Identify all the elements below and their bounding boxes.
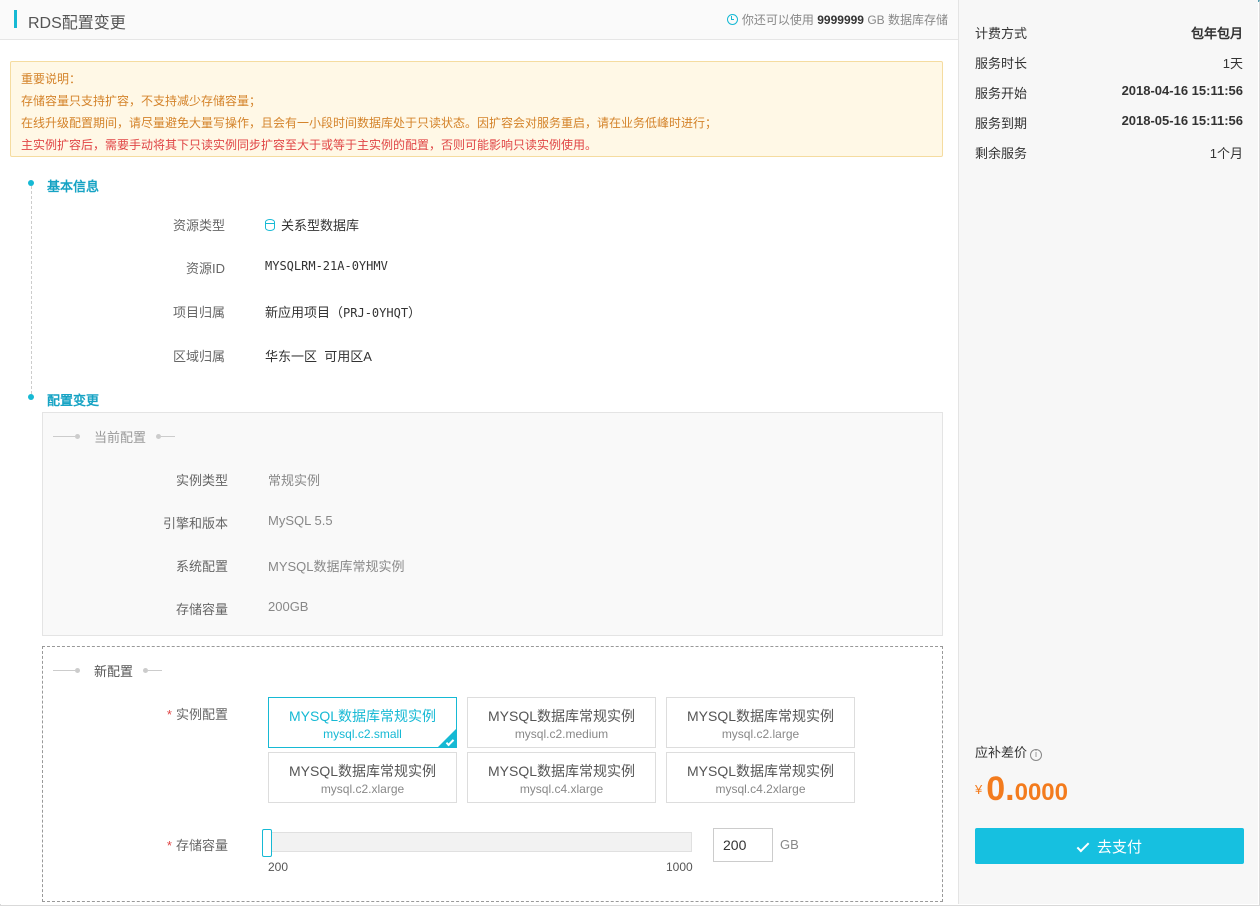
pay-button[interactable]: 去支付 (975, 828, 1244, 864)
page-header: RDS配置变更 你还可以使用 9999999 GB 数据库存储 (0, 0, 958, 40)
summary-value: 2018-05-16 15:11:56 (1121, 113, 1243, 128)
option-name: MYSQL数据库常规实例 (686, 763, 834, 779)
option-name: MYSQL数据库常规实例 (487, 763, 635, 779)
option-name: MYSQL数据库常规实例 (288, 708, 436, 724)
new-config-legend: 新配置 (53, 661, 163, 680)
title-accent-bar (14, 10, 17, 28)
region-value: 华东一区 可用区A (265, 349, 372, 364)
order-summary-panel: 计费方式 包年包月 服务时长 1天 服务开始 2018-04-16 15:11:… (958, 0, 1258, 904)
price-diff-amount: ¥0.0000 (975, 770, 1068, 809)
quota-value: 9999999 (817, 13, 864, 27)
required-mark: * (166, 707, 172, 722)
info-icon[interactable]: i (1030, 749, 1043, 761)
summary-value: 1天 (1222, 56, 1243, 71)
notice-heading: 重要说明： (21, 72, 82, 86)
summary-value: 2018-04-16 15:11:56 (1121, 83, 1243, 98)
region-label: 区域归属 (172, 349, 225, 364)
project-name: 新应用项目（ (265, 305, 344, 320)
instance-option-c2-xlarge[interactable]: MYSQL数据库常规实例 mysql.c2.xlarge (268, 752, 457, 803)
option-spec: mysql.c4.2xlarge (715, 782, 806, 796)
project-code: PRJ-0YHQT (343, 306, 409, 320)
slider-min-label: 200 (268, 860, 289, 874)
option-spec: mysql.c2.small (323, 727, 402, 741)
instance-type-value: 常规实例 (268, 473, 321, 488)
currency-symbol: ¥ (975, 782, 983, 797)
instance-option-c4-2xlarge[interactable]: MYSQL数据库常规实例 mysql.c4.2xlarge (666, 752, 855, 803)
current-storage-value: 200GB (268, 599, 309, 614)
resource-id-label: 资源ID (185, 261, 225, 276)
timeline-dot-config (28, 394, 34, 400)
storage-unit: GB (780, 837, 799, 852)
storage-slider-track[interactable] (268, 832, 692, 852)
system-config-value: MYSQL数据库常规实例 (268, 559, 405, 574)
section-title-config: 配置变更 (47, 393, 100, 408)
project-close: ） (408, 305, 422, 320)
page-title: RDS配置变更 (28, 15, 126, 32)
instance-option-c2-medium[interactable]: MYSQL数据库常规实例 mysql.c2.medium (467, 697, 656, 748)
notice-line-1: 存储容量只支持扩容，不支持减少存储容量； (21, 94, 262, 108)
instance-option-c2-small[interactable]: MYSQL数据库常规实例 mysql.c2.small (268, 697, 457, 748)
new-storage-label: * 存储容量 (108, 835, 228, 854)
summary-value: 包年包月 (1190, 26, 1243, 41)
slider-max-label: 1000 (666, 860, 693, 874)
instance-config-label-text: 实例配置 (175, 707, 228, 722)
important-notice: 重要说明： 存储容量只支持扩容，不支持减少存储容量； 在线升级配置期间，请尽量避… (10, 61, 943, 157)
new-storage-label-text: 存储容量 (175, 838, 228, 853)
option-spec: mysql.c2.xlarge (320, 782, 405, 796)
engine-label: 引擎和版本 (162, 516, 228, 531)
storage-quota: 你还可以使用 9999999 GB 数据库存储 (726, 11, 948, 28)
storage-slider-handle[interactable] (262, 829, 272, 857)
pay-button-label: 去支付 (1096, 838, 1142, 856)
resource-type-label: 资源类型 (172, 218, 225, 233)
summary-key: 计费方式 (975, 26, 1028, 41)
main-panel: RDS配置变更 你还可以使用 9999999 GB 数据库存储 重要说明： 存储… (0, 0, 958, 904)
price-diff-label-text: 应补差价 (975, 745, 1028, 760)
project-label: 项目归属 (172, 305, 225, 320)
summary-key: 剩余服务 (975, 146, 1028, 161)
summary-key: 服务开始 (975, 86, 1028, 101)
quota-suffix: GB 数据库存储 (867, 13, 948, 27)
timeline-line (31, 186, 32, 394)
current-config-legend: 当前配置 (53, 427, 176, 446)
storage-size-input[interactable] (713, 828, 773, 862)
option-name: MYSQL数据库常规实例 (288, 763, 436, 779)
option-spec: mysql.c4.xlarge (519, 782, 604, 796)
price-diff-label: 应补差价 i (975, 742, 1043, 761)
resource-type-text: 关系型数据库 (281, 218, 360, 233)
clock-icon (726, 14, 738, 25)
option-spec: mysql.c2.medium (514, 727, 609, 741)
notice-line-2: 在线升级配置期间，请尽量避免大量写操作，且会有一小段时间数据库处于只读状态。因扩… (21, 116, 718, 130)
quota-prefix: 你还可以使用 (741, 13, 814, 27)
summary-key: 服务时长 (975, 56, 1028, 71)
option-name: MYSQL数据库常规实例 (686, 708, 834, 724)
database-icon (265, 219, 275, 231)
required-mark: * (166, 838, 172, 853)
summary-key: 服务到期 (975, 116, 1028, 131)
section-title-basic: 基本信息 (47, 179, 100, 194)
system-config-label: 系统配置 (175, 559, 228, 574)
notice-line-3: 主实例扩容后，需要手动将其下只读实例同步扩容至大于或等于主实例的配置，否则可能影… (21, 138, 598, 152)
instance-type-label: 实例类型 (175, 473, 228, 488)
resource-type-value: 关系型数据库 (265, 215, 359, 234)
engine-value: MySQL 5.5 (268, 513, 333, 528)
summary-value: 1个月 (1209, 146, 1243, 161)
resource-id-value: MYSQLRM-21A-0YHMV (265, 259, 388, 273)
timeline-dot-basic (28, 180, 34, 186)
instance-config-label: * 实例配置 (108, 704, 228, 723)
option-spec: mysql.c2.large (721, 727, 800, 741)
new-config-legend-text: 新配置 (94, 664, 134, 679)
current-storage-label: 存储容量 (175, 602, 228, 617)
instance-option-c2-large[interactable]: MYSQL数据库常规实例 mysql.c2.large (666, 697, 855, 748)
current-config-legend-text: 当前配置 (94, 430, 147, 445)
price-integer: 0. (986, 770, 1015, 808)
check-icon (1076, 839, 1090, 852)
option-name: MYSQL数据库常规实例 (487, 708, 635, 724)
project-value: 新应用项目（PRJ-0YHQT） (265, 302, 421, 321)
instance-option-c4-xlarge[interactable]: MYSQL数据库常规实例 mysql.c4.xlarge (467, 752, 656, 803)
price-decimal: 0000 (1014, 779, 1068, 806)
